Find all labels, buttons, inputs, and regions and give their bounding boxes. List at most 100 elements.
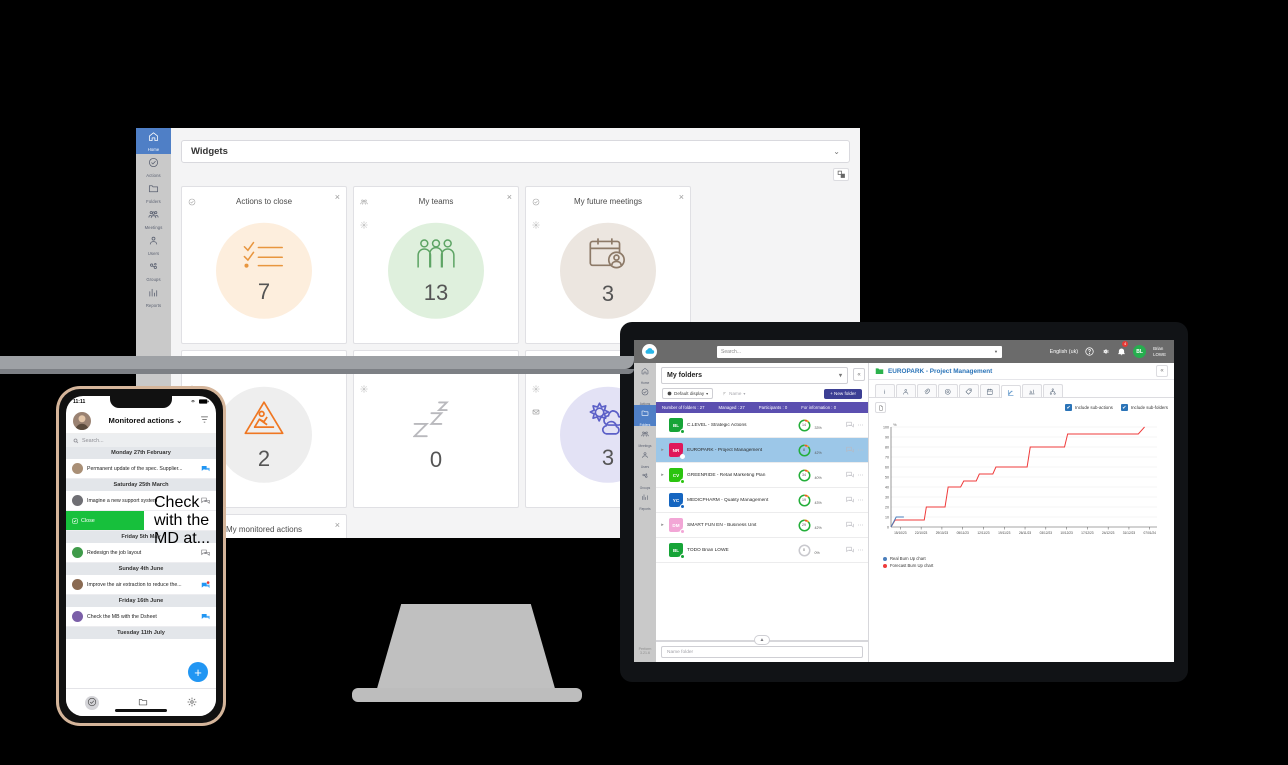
tab-tags[interactable] bbox=[959, 384, 979, 397]
tab-calendar[interactable] bbox=[980, 384, 1000, 397]
row-more-menu[interactable]: ⋯ bbox=[858, 497, 865, 504]
table-row[interactable]: BL C.LEVEL - Strategic Actions 14 33% ⋯ bbox=[656, 413, 868, 438]
laptop-sidebar-item-folders[interactable]: Folders bbox=[634, 405, 656, 427]
legend-item[interactable]: Forecast Burn Up chart bbox=[883, 563, 1174, 568]
legend-item[interactable]: Real Burn Up chart bbox=[883, 556, 1174, 561]
bell-icon[interactable]: 4 bbox=[1117, 340, 1129, 361]
chat-icon[interactable] bbox=[201, 460, 210, 478]
expand-row-icon[interactable]: ▸ bbox=[660, 472, 665, 478]
table-row[interactable]: ▸ DM SMART FUN EN - Business Unit 29 42% ⋯ bbox=[656, 513, 868, 538]
widget-settings-button[interactable] bbox=[833, 168, 849, 181]
close-action-button[interactable]: Close bbox=[66, 511, 144, 530]
widget-my-future-meetings[interactable]: My future meetings × 3 bbox=[525, 186, 691, 344]
chevron-down-icon[interactable]: ▾ bbox=[839, 372, 842, 379]
row-more-menu[interactable]: ⋯ bbox=[858, 422, 865, 429]
list-item-swiped[interactable]: Close Check with the MD at... bbox=[66, 494, 216, 547]
close-icon[interactable]: × bbox=[507, 193, 512, 202]
gear-icon[interactable] bbox=[360, 216, 368, 234]
comments-icon[interactable] bbox=[845, 496, 854, 505]
search-dropdown-icon[interactable]: ▼ bbox=[994, 349, 998, 354]
chat-icon[interactable] bbox=[201, 608, 210, 626]
tab-settings[interactable] bbox=[187, 694, 197, 712]
page-title[interactable]: Monitored actions ⌄ bbox=[97, 416, 194, 425]
collapse-grip-icon[interactable]: ▲ bbox=[754, 635, 770, 645]
filter-icon[interactable] bbox=[200, 415, 209, 426]
list-item[interactable]: Check the MB with the Dsheet bbox=[66, 607, 216, 627]
sidebar-item-users[interactable]: Users bbox=[136, 232, 171, 258]
laptop-sidebar-item-meetings[interactable]: Meetings bbox=[634, 426, 656, 448]
list-item-content[interactable]: Check with the MD at... bbox=[144, 494, 216, 547]
chat-alert-icon[interactable] bbox=[201, 576, 210, 594]
search-input[interactable]: Search... ▼ bbox=[717, 345, 1002, 358]
widget-my-teams[interactable]: My teams × 13 bbox=[353, 186, 519, 344]
tab-attachments[interactable] bbox=[917, 384, 937, 397]
comments-icon[interactable] bbox=[845, 421, 854, 430]
table-row[interactable]: BL TODO Brian LOWE 0 0% ⋯ bbox=[656, 538, 868, 563]
tab-burnup[interactable] bbox=[1001, 385, 1021, 398]
expand-row-icon[interactable]: ▸ bbox=[660, 447, 665, 453]
language-selector[interactable]: English (uk) bbox=[1050, 349, 1078, 355]
collapse-folders-panel-button[interactable]: « bbox=[853, 368, 865, 381]
row-more-menu[interactable]: ⋯ bbox=[858, 447, 865, 454]
sidebar-item-reports[interactable]: Reports bbox=[136, 284, 171, 310]
sidebar-item-meetings[interactable]: Meetings bbox=[136, 206, 171, 232]
table-row[interactable]: YC MEDICPHARM - Quality Management 19 43% ⋯ bbox=[656, 488, 868, 513]
avatar[interactable] bbox=[73, 411, 91, 430]
list-item[interactable]: Permanent update of the spec. Supplier..… bbox=[66, 459, 216, 479]
laptop-sidebar-item-groups[interactable]: Groups bbox=[634, 468, 656, 490]
search-input[interactable]: Search... bbox=[66, 434, 216, 447]
export-document-icon[interactable] bbox=[875, 402, 886, 413]
gear-icon[interactable] bbox=[360, 380, 368, 398]
laptop-sidebar-item-reports[interactable]: Reports bbox=[634, 489, 656, 511]
mail-icon[interactable] bbox=[532, 403, 540, 421]
gear-icon[interactable] bbox=[1101, 343, 1110, 361]
list-item[interactable]: Improve the air extraction to reduce the… bbox=[66, 575, 216, 595]
sidebar-item-groups[interactable]: Groups bbox=[136, 258, 171, 284]
comments-icon[interactable] bbox=[845, 546, 854, 555]
table-row[interactable]: ▸ CV GREENRIDE - Retail Marketing Plan 34 40… bbox=[656, 463, 868, 488]
gear-icon[interactable] bbox=[532, 216, 540, 234]
avatar[interactable]: BL bbox=[1133, 345, 1147, 358]
folder-scope-selector[interactable]: My folders ▾ bbox=[661, 367, 848, 384]
chevron-down-icon[interactable]: ⌄ bbox=[176, 416, 182, 425]
panel-resize-divider[interactable]: ▲ bbox=[656, 635, 868, 645]
tab-participants[interactable] bbox=[896, 384, 916, 397]
sidebar-item-actions[interactable]: Actions bbox=[136, 154, 171, 180]
help-icon[interactable] bbox=[1085, 343, 1094, 361]
tab-information[interactable] bbox=[875, 384, 895, 397]
widgets-header-bar[interactable]: Widgets ⌄ bbox=[181, 140, 850, 163]
row-more-menu[interactable]: ⋯ bbox=[858, 472, 865, 479]
table-row[interactable]: ▸ NR EUROPARK - Project Management 8 42% ⋯ bbox=[656, 438, 868, 463]
tab-statistics[interactable] bbox=[1022, 384, 1042, 397]
chat-outline-icon[interactable] bbox=[201, 544, 210, 562]
include-sub-actions-checkbox[interactable]: ✔ Include sub-actions bbox=[1065, 404, 1113, 411]
chevron-down-icon[interactable]: ⌄ bbox=[833, 147, 840, 156]
include-sub-folders-checkbox[interactable]: ✔ Include sub-folders bbox=[1120, 404, 1168, 411]
sidebar-item-home[interactable]: Home bbox=[136, 128, 171, 154]
sidebar-item-folders[interactable]: Folders bbox=[136, 180, 171, 206]
tab-org[interactable] bbox=[1043, 384, 1063, 397]
gear-icon[interactable] bbox=[532, 380, 540, 398]
laptop-sidebar-item-home[interactable]: Home bbox=[634, 363, 656, 385]
collapse-detail-button[interactable]: « bbox=[1156, 365, 1168, 377]
new-folder-button[interactable]: + New folder bbox=[824, 388, 862, 399]
row-more-menu[interactable]: ⋯ bbox=[858, 522, 865, 529]
close-icon[interactable]: × bbox=[335, 521, 340, 530]
app-logo[interactable] bbox=[634, 344, 664, 359]
close-icon[interactable]: × bbox=[335, 193, 340, 202]
laptop-sidebar-item-users[interactable]: Users bbox=[634, 447, 656, 469]
tab-actions[interactable] bbox=[85, 695, 100, 710]
default-display-chip[interactable]: Default display ▾ bbox=[662, 388, 714, 399]
sort-chip[interactable]: Name ▾ bbox=[718, 389, 750, 398]
add-action-button[interactable]: + bbox=[188, 662, 208, 682]
expand-row-icon[interactable]: ▸ bbox=[660, 522, 665, 528]
comments-icon[interactable] bbox=[845, 446, 854, 455]
comments-icon[interactable] bbox=[845, 521, 854, 530]
laptop-sidebar-item-actions[interactable]: Actions bbox=[634, 384, 656, 406]
close-icon[interactable]: × bbox=[679, 193, 684, 202]
name-folder-input[interactable]: Name folder bbox=[661, 646, 863, 658]
comments-icon[interactable] bbox=[845, 471, 854, 480]
widget-actions-to-close[interactable]: Actions to close × 7 bbox=[181, 186, 347, 344]
row-more-menu[interactable]: ⋯ bbox=[858, 547, 865, 554]
tab-objectives[interactable] bbox=[938, 384, 958, 397]
